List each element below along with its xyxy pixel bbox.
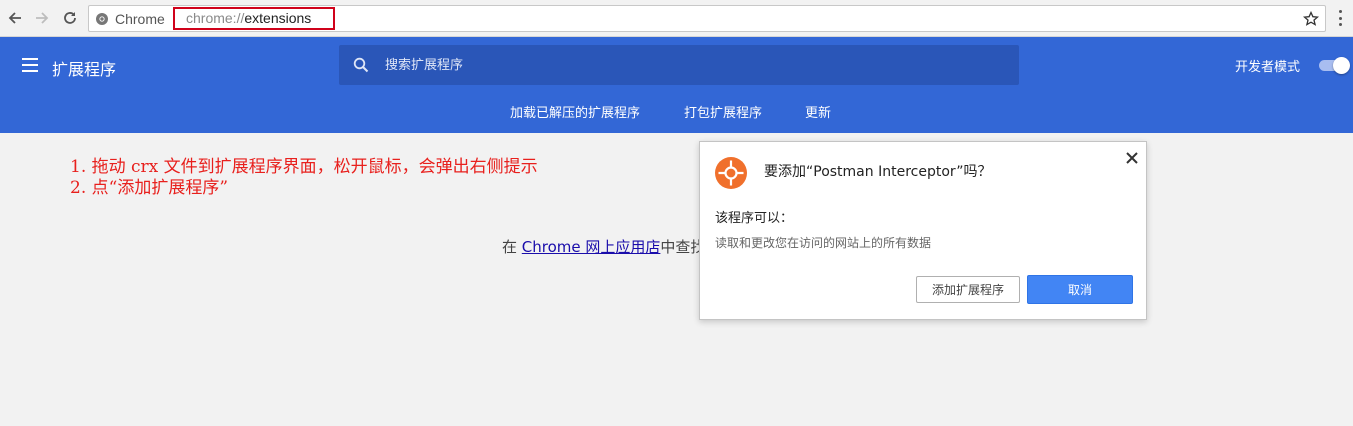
hamburger-menu-icon[interactable]: [22, 58, 38, 72]
arrow-left-icon: [8, 12, 21, 24]
site-chip-label: Chrome: [115, 11, 165, 27]
url-path: extensions: [244, 10, 312, 26]
search-box[interactable]: [339, 45, 1019, 85]
instruction-note-2: 2. 点“添加扩展程序”: [70, 178, 229, 198]
close-icon[interactable]: [1125, 151, 1139, 165]
reload-icon: [64, 12, 76, 24]
dialog-title: 要添加“Postman Interceptor”吗？: [764, 164, 992, 180]
kebab-menu-icon[interactable]: [1337, 10, 1343, 26]
forward-button[interactable]: [31, 7, 53, 29]
star-icon[interactable]: [1303, 11, 1319, 27]
url-scheme: chrome://: [186, 10, 245, 26]
toggle-knob: [1333, 57, 1350, 74]
url-text[interactable]: chrome://extensions: [173, 7, 335, 30]
page-title: 扩展程序: [52, 60, 117, 79]
load-unpacked-button[interactable]: 加载已解压的扩展程序: [510, 102, 640, 121]
extensions-header: 扩展程序 开发者模式 加载已解压的扩展程序 打包扩展程序 更新: [0, 37, 1353, 133]
arrow-right-icon: [36, 12, 49, 24]
search-icon: [353, 57, 369, 73]
pack-extension-button[interactable]: 打包扩展程序: [684, 102, 762, 121]
store-hint-suffix: 中查找: [660, 238, 702, 256]
browser-toolbar: Chrome chrome://extensions: [0, 0, 1353, 37]
permissions-heading: 该程序可以：: [715, 211, 794, 226]
web-store-link[interactable]: Chrome 网上应用店: [522, 238, 661, 256]
add-extension-button[interactable]: 添加扩展程序: [916, 276, 1020, 303]
postman-interceptor-icon: [715, 157, 747, 189]
store-hint-prefix: 在: [502, 238, 522, 256]
permission-item: 读取和更改您在访问的网站上的所有数据: [715, 236, 932, 250]
cancel-button[interactable]: 取消: [1027, 275, 1133, 304]
add-extension-dialog: 要添加“Postman Interceptor”吗？ 该程序可以： 读取和更改您…: [699, 141, 1147, 320]
update-button[interactable]: 更新: [805, 102, 831, 121]
dev-mode-label: 开发者模式: [1235, 60, 1301, 75]
chrome-icon: [96, 13, 108, 25]
site-chip: Chrome: [95, 10, 165, 28]
reload-button[interactable]: [59, 7, 81, 29]
search-input[interactable]: [385, 45, 985, 85]
dev-mode-toggle[interactable]: [1319, 57, 1351, 74]
address-bar[interactable]: Chrome chrome://extensions: [88, 5, 1326, 32]
store-hint: 在 Chrome 网上应用店中查找: [502, 236, 702, 257]
back-button[interactable]: [4, 7, 26, 29]
